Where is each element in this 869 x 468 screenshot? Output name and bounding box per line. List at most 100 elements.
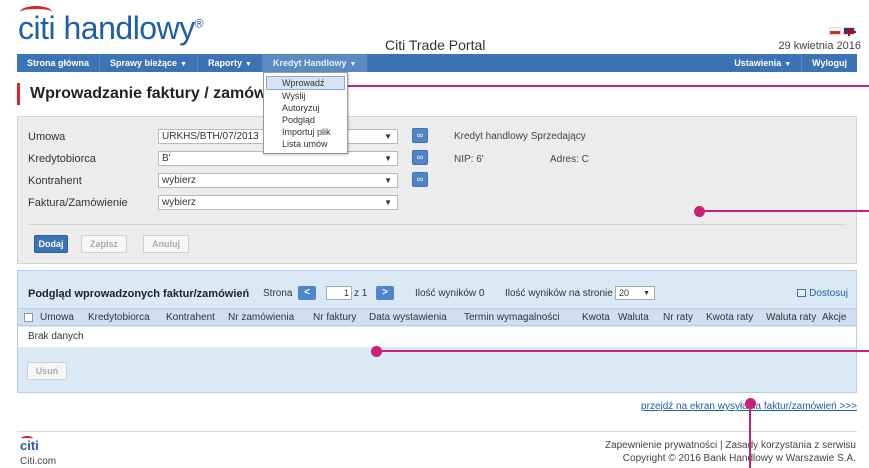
footer-citi-com-link[interactable]: Citi.com <box>20 456 56 467</box>
nav-item-reports[interactable]: Raporty ▼ <box>198 54 263 72</box>
borrower-lookup-binoculars-icon[interactable]: ∞ <box>412 150 428 165</box>
portal-title: Citi Trade Portal <box>385 37 486 53</box>
counterparty-select[interactable]: wybierz ▼ <box>158 173 398 188</box>
header: citi handlowy® Citi Trade Portal 29 kwie… <box>0 0 869 54</box>
menu-item-contract-list[interactable]: Lista umów <box>264 138 347 150</box>
address-info: Adres: C <box>550 154 589 165</box>
nav-item-label: Wyloguj <box>812 58 847 68</box>
select-arrow-icon: ▼ <box>643 290 650 297</box>
caret-down-icon: ▼ <box>784 61 792 68</box>
borrower-select-value: B' <box>162 153 171 164</box>
column-header[interactable]: Waluta raty <box>766 312 816 323</box>
citi-arc-icon <box>20 6 52 18</box>
empty-table-message: Brak danych <box>28 331 84 342</box>
customize-label: Dostosuj <box>809 288 848 299</box>
select-arrow-icon: ▼ <box>384 132 392 141</box>
invoice-order-select-value: wybierz <box>162 197 196 208</box>
save-button[interactable]: Zapisz <box>81 235 127 253</box>
customize-link[interactable]: Dostosuj <box>797 288 848 299</box>
language-switcher <box>829 27 856 36</box>
preview-panel-title: Podgląd wprowadzonych faktur/zamówień <box>28 288 250 300</box>
table-header: Umowa Kredytobiorca Kontrahent Nr zamówi… <box>18 308 856 326</box>
column-header[interactable]: Nr raty <box>663 312 693 323</box>
page-total: z 1 <box>354 288 368 299</box>
callout-line <box>749 408 751 468</box>
footer-citi-logo[interactable]: citi <box>20 436 39 453</box>
add-button[interactable]: Dodaj <box>34 235 68 253</box>
prev-page-button[interactable]: < <box>298 286 316 300</box>
main-nav: Strona główna Sprawy bieżące ▼ Raporty ▼ K… <box>17 54 857 72</box>
column-header[interactable]: Termin wymagalności <box>464 312 560 323</box>
header-date: 29 kwietnia 2016 <box>778 40 861 52</box>
menu-item-authorize[interactable]: Autoryzuj <box>264 102 347 114</box>
footer-copyright: Copyright © 2016 Bank Handlowy w Warszaw… <box>622 453 856 464</box>
column-header[interactable]: Nr faktury <box>313 312 356 323</box>
logo-registered-mark: ® <box>194 16 204 31</box>
counterparty-label: Kontrahent <box>28 175 82 187</box>
select-arrow-icon: ▼ <box>384 198 392 207</box>
nav-item-home[interactable]: Strona główna <box>17 54 101 72</box>
menu-item-preview[interactable]: Podgląd <box>264 114 347 126</box>
column-header[interactable]: Data wystawienia <box>369 312 447 323</box>
nav-item-settings[interactable]: Ustawienia ▼ <box>724 54 803 72</box>
nav-item-label: Kredyt Handlowy <box>272 58 347 68</box>
citi-arc-icon <box>21 436 33 441</box>
next-page-button[interactable]: > <box>376 286 394 300</box>
column-header[interactable]: Kontrahent <box>166 312 215 323</box>
contract-lookup-binoculars-icon[interactable]: ∞ <box>412 128 428 143</box>
column-header[interactable]: Nr zamówienia <box>228 312 294 323</box>
counterparty-lookup-binoculars-icon[interactable]: ∞ <box>412 172 428 187</box>
credit-type-info: Kredyt handlowy Sprzedający <box>454 131 586 142</box>
menu-item-import-file[interactable]: Importuj plik <box>264 126 347 138</box>
column-header[interactable]: Kwota raty <box>706 312 753 323</box>
nip-info: NIP: 6' <box>454 154 484 165</box>
invoice-preview-panel: Podgląd wprowadzonych faktur/zamówień St… <box>17 270 857 393</box>
results-count: Ilość wyników 0 <box>415 288 485 299</box>
nav-item-logout[interactable]: Wyloguj <box>802 54 857 72</box>
borrower-label: Kredytobiorca <box>28 153 96 165</box>
invoice-form-panel: Umowa URKHS/BTH/07/2013 ▼ ∞ Kredytobiorc… <box>17 116 857 264</box>
pl-flag-icon[interactable] <box>829 27 841 35</box>
invoice-order-label: Faktura/Zamówienie <box>28 197 128 209</box>
page-title: Wprowadzanie faktury / zamówienia <box>30 85 303 102</box>
results-per-page-value: 20 <box>619 288 630 298</box>
page-label: Strona <box>263 288 293 299</box>
nav-item-trade-credit[interactable]: Kredyt Handlowy ▼ <box>262 54 368 72</box>
results-per-page-select[interactable]: 20 ▼ <box>615 286 655 300</box>
counterparty-select-value: wybierz <box>162 175 196 186</box>
cancel-button[interactable]: Anuluj <box>143 235 189 253</box>
menu-item-enter[interactable]: Wprowadź <box>266 76 345 90</box>
gb-flag-icon[interactable] <box>843 27 856 36</box>
column-header[interactable]: Waluta <box>618 312 649 323</box>
menu-item-send[interactable]: Wyślij <box>264 90 347 102</box>
column-header[interactable]: Kredytobiorca <box>88 312 150 323</box>
callout-line <box>338 85 869 87</box>
select-arrow-icon: ▼ <box>384 176 392 185</box>
column-header[interactable]: Umowa <box>40 312 74 323</box>
invoice-order-select[interactable]: wybierz ▼ <box>158 195 398 210</box>
caret-down-icon: ▼ <box>349 61 357 68</box>
page-number-input[interactable]: 1 <box>326 286 352 300</box>
citi-handlowy-logo[interactable]: citi handlowy® <box>18 6 204 47</box>
column-header[interactable]: Kwota <box>582 312 610 323</box>
callout-line <box>704 210 869 212</box>
table-row: Brak danych <box>18 327 856 347</box>
select-all-checkbox[interactable] <box>24 313 33 322</box>
nav-item-current-affairs[interactable]: Sprawy bieżące ▼ <box>100 54 198 72</box>
column-header[interactable]: Akcje <box>822 312 846 323</box>
contract-label: Umowa <box>28 131 66 143</box>
form-divider <box>28 224 846 225</box>
caret-down-icon: ▼ <box>180 61 187 68</box>
nav-item-label: Strona główna <box>27 58 90 68</box>
delete-button[interactable]: Usuń <box>27 362 67 380</box>
edit-icon <box>797 289 807 297</box>
caret-down-icon: ▼ <box>245 61 252 68</box>
nav-item-label: Sprawy bieżące <box>110 58 178 68</box>
trade-credit-dropdown-menu: Wprowadź Wyślij Autoryzuj Podgląd Import… <box>263 72 348 154</box>
nav-item-label: Ustawienia <box>734 58 782 68</box>
select-arrow-icon: ▼ <box>384 154 392 163</box>
footer-links[interactable]: Zapewnienie prywatności | Zasady korzyst… <box>605 440 856 451</box>
callout-line <box>381 350 869 352</box>
results-per-page-label: Ilość wyników na stronie <box>505 288 613 299</box>
nav-item-label: Raporty <box>208 58 243 68</box>
